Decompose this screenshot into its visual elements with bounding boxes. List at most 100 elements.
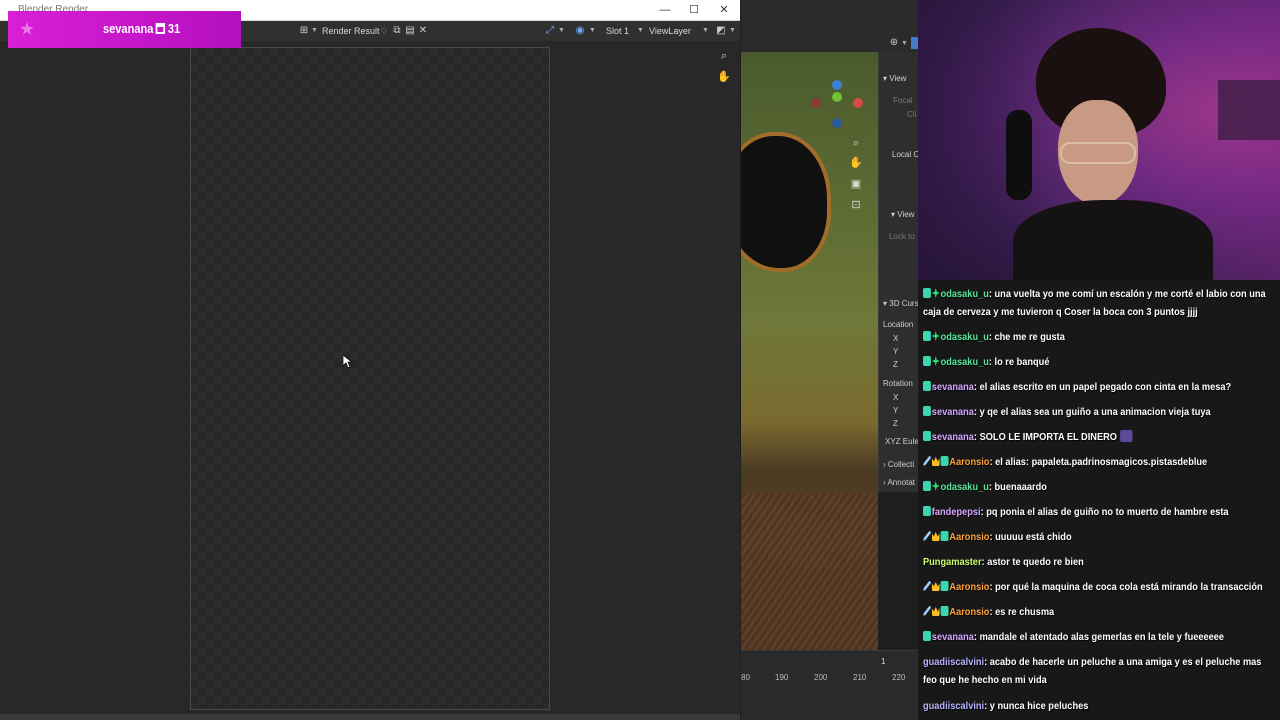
subscriber-badge-icon [940,581,949,591]
subscriber-badge-icon [923,331,931,341]
chevron-down-icon[interactable]: ▼ [589,24,596,38]
image-editor-type-icon[interactable]: ⊞ [297,24,311,38]
subscriber-badge-icon [923,481,931,491]
overlay-icon[interactable]: ◉ [573,24,587,38]
latest-sub-widget: sevanana 31 [8,11,241,48]
fake-user-icon[interactable]: ◌ [377,24,391,38]
chat-username: fandepepsi [931,506,981,518]
location-y-field[interactable]: Y [893,347,898,356]
sword-badge-icon [923,581,931,591]
blender-3d-viewport: ⊛ ▼ ⌕ ✋ ▣ ⊡ ▾ View Focal Cli Local C ▾ V… [741,0,918,720]
rotation-mode-select[interactable]: XYZ Eule [885,437,918,446]
chat-username: sevanana [931,431,974,443]
chat-username: sevanana [931,381,974,393]
timeline-tick: 80 [741,673,750,682]
chat-text: y nunca hice peluches [989,700,1089,712]
panel-3d-cursor-header[interactable]: ▾ 3D Curs [883,299,918,308]
chat-text: por qué la maquina de coca cola está mir… [995,581,1263,593]
zoom-icon[interactable]: ⌕ [717,49,731,63]
camera-icon[interactable]: ▣ [849,177,863,191]
chat-username: guadiiscalvini [923,656,985,668]
view-layer-selector[interactable]: ViewLayer [649,23,691,39]
zoom-icon[interactable]: ⌕ [849,136,863,150]
location-x-field[interactable]: X [893,334,898,343]
chevron-down-icon[interactable]: ▼ [901,37,908,51]
subscriber-badge-icon [923,406,931,416]
rotation-z-field[interactable]: Z [893,419,898,428]
focal-length-label: Focal [893,96,913,105]
timeline[interactable]: 1 80 190 200 210 220 [741,650,918,720]
panel-annotations-header[interactable]: › Annotat [883,478,915,487]
subscriber-badge-icon [940,456,949,466]
chat-text: lo re banqué [994,356,1050,368]
chat-username: Aaronsio [949,456,990,468]
subscriber-badge-icon [940,606,949,616]
lock-icon[interactable]: ⊡ [849,198,863,212]
webcam-headset [1006,110,1032,200]
maximize-button[interactable]: ☐ [683,2,705,18]
chevron-down-icon[interactable]: ▼ [729,24,736,38]
webcam-body [1013,200,1213,280]
local-camera-label: Local C [892,150,918,159]
unlink-icon[interactable]: ✕ [416,24,430,38]
display-channels-icon[interactable]: ◩ [714,24,728,38]
chat-message: odasaku_u: lo re banqué [923,353,1233,371]
slot-selector[interactable]: Slot 1 [606,23,629,39]
subscriber-badge-icon [923,431,931,441]
gizmo-x-icon[interactable] [853,98,863,108]
folder-icon[interactable]: ▤ [403,24,417,38]
chat-message: Aaronsio: uuuuu está chido [923,528,1233,546]
chat-username: Aaronsio [949,581,990,593]
chat-username: odasaku_u [940,356,989,368]
widget-username: sevanana [103,21,154,36]
minimize-button[interactable]: — [654,2,676,18]
current-frame-field[interactable]: 1 [881,657,885,666]
chat-message: Aaronsio: es re chusma [923,603,1233,621]
view-icon[interactable]: ⊛ [887,36,901,50]
chevron-down-icon[interactable]: ▼ [558,24,565,38]
render-canvas-area[interactable]: ⌕ ✋ [0,41,740,720]
duplicate-icon[interactable]: ⧉ [390,24,404,38]
chat-message: odasaku_u: che me re gusta [923,328,1233,346]
viewport-scene[interactable]: ⌕ ✋ ▣ ⊡ [741,52,878,694]
chevron-down-icon[interactable]: ▼ [702,24,709,38]
gizmo-neg-x-icon[interactable] [811,98,821,108]
stream-screen: Blender Render — ☐ ✕ ⊞ ▼ Render Result ◌… [0,0,1280,720]
sword-badge-icon [923,456,931,466]
close-button[interactable]: ✕ [713,2,735,18]
chat-message: sevanana: el alias escrito en un papel p… [923,378,1233,396]
hand-pan-icon[interactable]: ✋ [849,156,863,170]
chevron-down-icon[interactable]: ▼ [637,24,644,38]
scene-object [741,132,831,272]
panel-collections-header[interactable]: › Collecti [883,460,914,469]
gizmo-icon[interactable]: ⤢ [543,24,557,38]
crown-badge-icon [931,532,940,541]
chat-text: astor te quedo re bien [987,556,1084,568]
gizmo-y-icon[interactable] [832,92,842,102]
chat-message: odasaku_u: buenaaardo [923,478,1233,496]
subscriber-badge-icon [923,356,931,366]
subscriber-badge-icon [923,631,931,641]
gizmo-neg-z-icon[interactable] [832,118,842,128]
webcam-feed [918,0,1280,280]
image-name-field[interactable]: Render Result [318,23,384,39]
subscriber-badge-icon [940,531,949,541]
crown-badge-icon [931,457,940,466]
render-result-image[interactable] [190,47,550,710]
star-badge-icon [931,481,940,491]
location-z-field[interactable]: Z [893,360,898,369]
rotation-y-field[interactable]: Y [893,406,898,415]
lock-to-label: Lock to [889,232,915,241]
panel-view-header[interactable]: ▾ View [883,74,906,83]
panel-view-lock-header[interactable]: ▾ View [891,210,914,219]
gizmo-z-icon[interactable] [832,80,842,90]
timeline-tick: 200 [814,673,828,682]
hand-pan-icon[interactable]: ✋ [717,70,731,84]
star-badge-icon [931,356,940,366]
chevron-down-icon[interactable]: ▼ [311,24,318,38]
chat-message: sevanana: mandale el atentado alas gemer… [923,628,1233,646]
chat-text: y qe el alias sea un guiño a una animaci… [979,406,1211,418]
rotation-x-field[interactable]: X [893,393,898,402]
chat-text: es re chusma [995,606,1055,618]
shading-mode-icon[interactable] [911,37,918,49]
